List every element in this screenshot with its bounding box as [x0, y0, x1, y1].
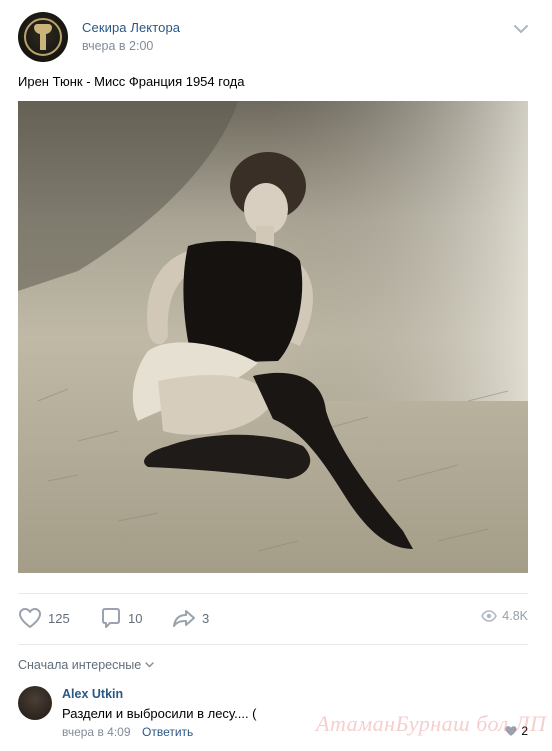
comment-count: 10 [128, 610, 143, 626]
post-time[interactable]: вчера в 2:00 [82, 39, 153, 53]
comments-top-divider [18, 644, 528, 645]
comment-time[interactable]: вчера в 4:09 [62, 725, 131, 739]
chevron-down-icon [145, 662, 154, 668]
share-button[interactable]: 3 [172, 607, 209, 629]
share-count: 3 [202, 610, 210, 626]
heart-icon [19, 608, 41, 628]
post-text: Ирен Тюнк - Мисс Франция 1954 года [18, 74, 245, 89]
actions-top-divider [18, 593, 528, 594]
like-button[interactable]: 125 [18, 607, 70, 629]
chevron-down-icon[interactable] [514, 24, 528, 34]
eye-icon [481, 610, 498, 622]
comment-text: Раздели и выбросили в лесу.... ( [62, 706, 257, 721]
comment-button[interactable]: 10 [100, 607, 142, 629]
post-header: Секира Лектора вчера в 2:00 [18, 12, 534, 62]
photo-illustration [18, 101, 528, 573]
reply-button[interactable]: Ответить [142, 725, 193, 739]
views-count: 4.8K [502, 609, 528, 623]
commenter-avatar[interactable] [18, 686, 52, 720]
axe-handle [40, 24, 46, 50]
comment-author[interactable]: Alex Utkin [62, 687, 123, 701]
views-counter: 4.8K [481, 609, 528, 623]
share-icon [173, 610, 195, 627]
post-photo[interactable] [18, 101, 528, 573]
author-name[interactable]: Секира Лектора [82, 20, 180, 35]
like-count: 125 [48, 610, 70, 626]
comments-sort-dropdown[interactable]: Сначала интересные [18, 658, 154, 672]
comment-icon [102, 608, 120, 628]
sort-label: Сначала интересные [18, 658, 142, 672]
watermark-text: АтаманБурнаш бол ЛП [316, 711, 547, 736]
community-avatar[interactable] [18, 12, 68, 62]
